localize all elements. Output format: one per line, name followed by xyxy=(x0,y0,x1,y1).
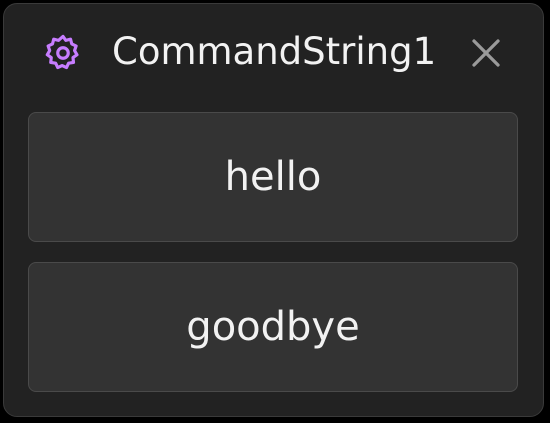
goodbye-button-label: goodbye xyxy=(186,304,360,350)
panel-header: CommandString1 xyxy=(4,4,543,98)
goodbye-button[interactable]: goodbye xyxy=(28,262,518,392)
hello-button[interactable]: hello xyxy=(28,112,518,242)
hello-button-label: hello xyxy=(224,154,322,200)
close-icon[interactable] xyxy=(468,35,504,71)
gear-icon[interactable] xyxy=(42,32,84,74)
command-panel: CommandString1 hello goodbye xyxy=(3,3,544,417)
panel-title: CommandString1 xyxy=(112,30,437,73)
